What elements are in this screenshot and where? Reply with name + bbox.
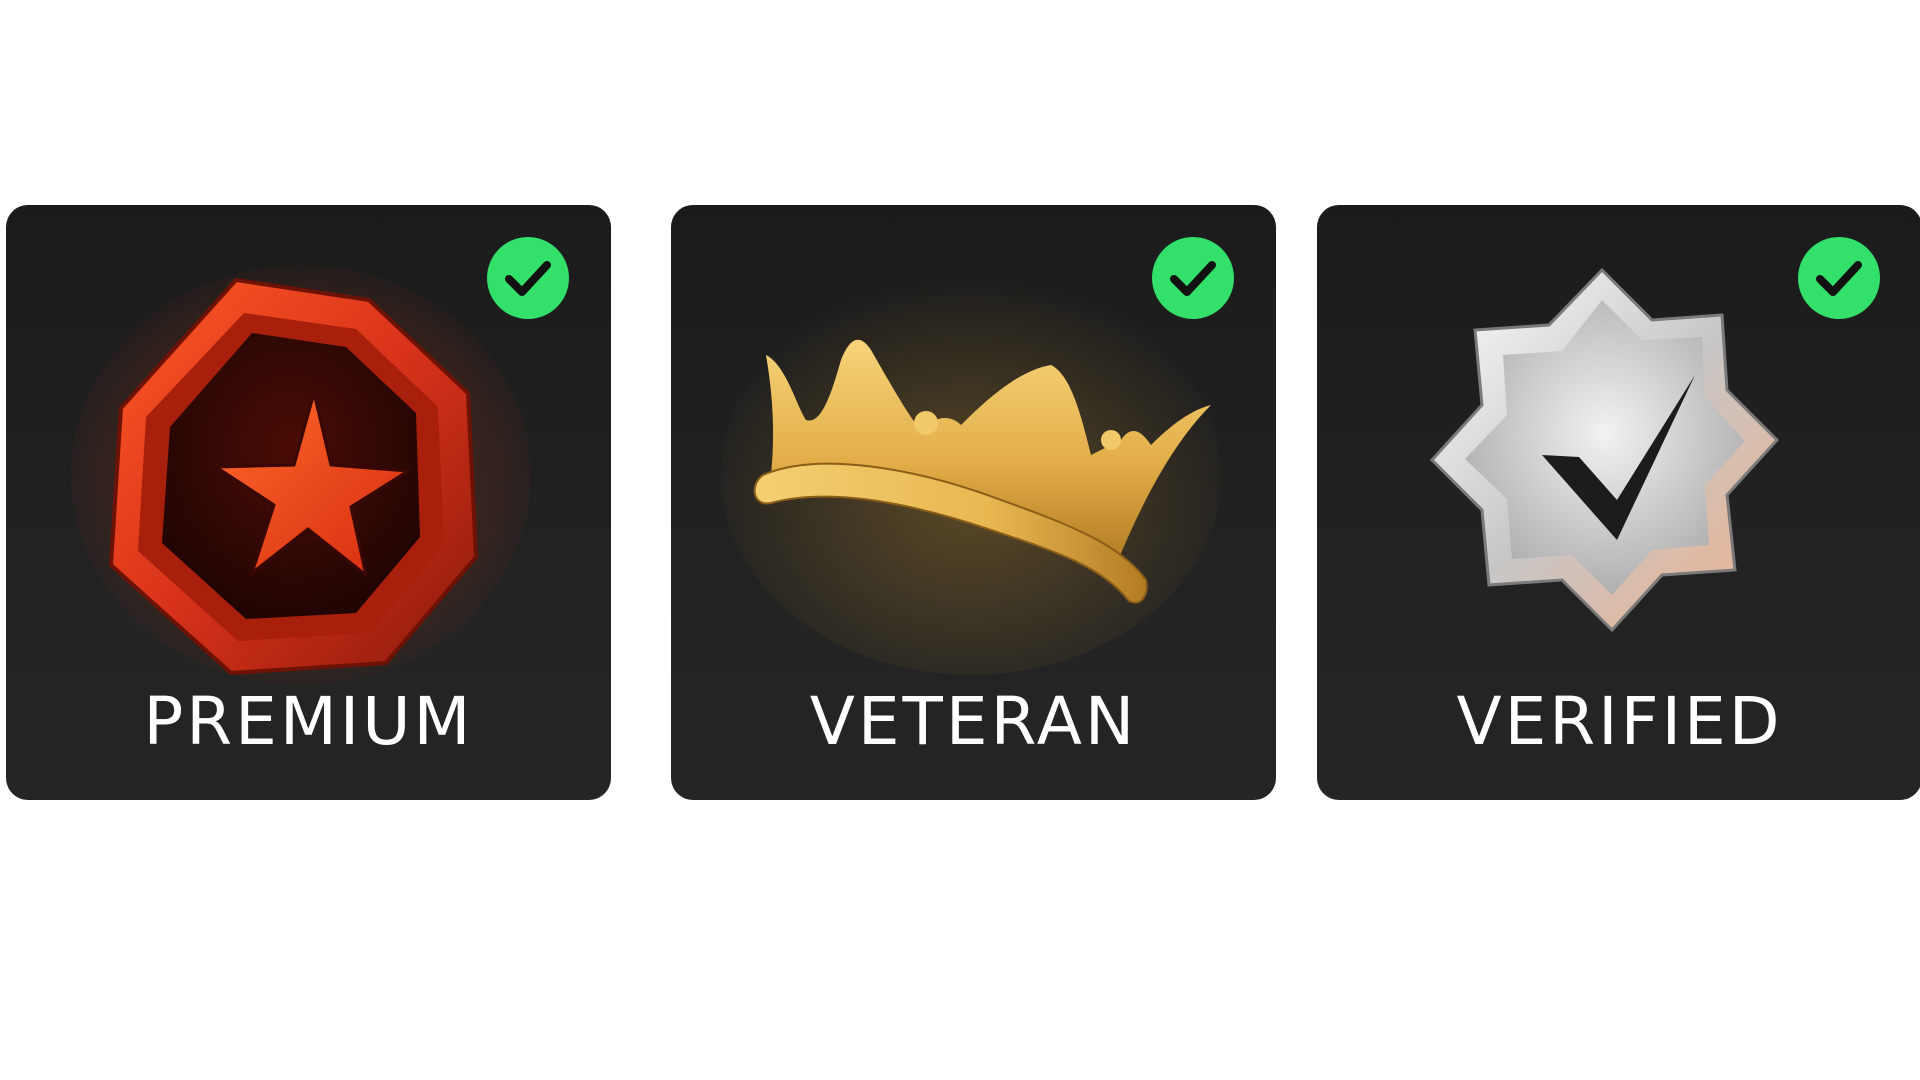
badge-card-premium[interactable]: PREMIUM bbox=[6, 205, 611, 800]
silver-star-checkmark-icon bbox=[1429, 267, 1780, 633]
badge-card-veteran[interactable]: VETERAN bbox=[671, 205, 1276, 800]
badge-label: PREMIUM bbox=[143, 683, 474, 760]
badge-label: VERIFIED bbox=[1456, 683, 1783, 760]
badge-card-verified[interactable]: VERIFIED bbox=[1317, 205, 1920, 800]
red-octagon-star-icon bbox=[71, 265, 531, 685]
badge-label: VETERAN bbox=[809, 683, 1138, 760]
gold-crown-icon bbox=[721, 275, 1221, 675]
